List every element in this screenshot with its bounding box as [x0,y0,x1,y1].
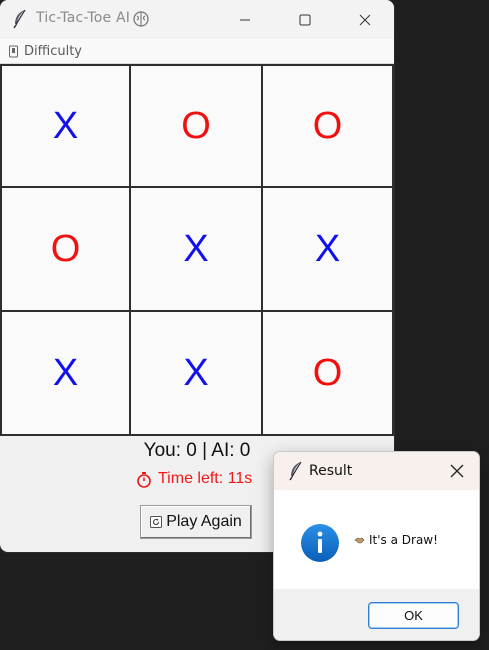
handshake-icon [354,537,365,543]
cell-mark: O [312,105,343,147]
feather-icon [289,461,302,481]
board-cell-6[interactable]: X [263,188,392,310]
board-cell-7[interactable]: X [2,312,129,434]
maximize-button[interactable] [276,0,334,39]
cell-mark: O [312,352,343,394]
cell-mark: X [52,105,79,147]
menu-difficulty[interactable]: Difficulty [8,42,86,60]
ok-button-label: OK [404,608,423,623]
maximize-icon [299,14,311,25]
timer-text: Time left: 11s [158,470,253,487]
pin-icon [9,45,18,57]
title-bar[interactable]: Tic-Tac-Toe AI [0,0,394,39]
info-icon [301,524,339,562]
timer: Time left: 11s [136,470,252,488]
board-cell-1[interactable]: X [2,66,129,186]
board-cell-2[interactable]: O [131,66,261,186]
dialog-message: It's a Draw! [354,533,438,547]
dialog-title: Result [309,463,353,479]
dialog-title-bar[interactable] [274,452,479,490]
cell-mark: X [183,228,209,270]
menu-difficulty-label: Difficulty [24,43,82,59]
menu-bar: Difficulty [0,39,394,64]
close-icon [359,14,371,25]
cell-mark: O [181,105,211,147]
cell-mark: X [52,352,79,394]
close-button[interactable] [336,0,394,39]
cell-mark: X [314,228,341,270]
cell-mark: O [50,228,81,270]
result-dialog: Result It's a Draw! OK [274,452,479,640]
dialog-message-text: It's a Draw! [369,533,438,547]
ok-button[interactable]: OK [368,602,459,629]
game-board: X O O O X X X X O [0,64,394,436]
minimize-button[interactable] [216,0,274,39]
cell-mark: X [183,352,209,394]
play-again-button[interactable]: Play Again [140,505,252,539]
board-cell-8[interactable]: X [131,312,261,434]
brain-icon [133,11,149,27]
board-cell-3[interactable]: O [263,66,392,186]
play-again-label: Play Again [166,513,242,530]
board-cell-5[interactable]: X [131,188,261,310]
board-cell-4[interactable]: O [2,188,129,310]
close-icon[interactable] [450,464,464,478]
board-cell-9[interactable]: O [263,312,392,434]
minimize-icon [240,19,250,20]
stopwatch-icon [137,471,151,488]
restart-icon [150,516,163,528]
window-title: Tic-Tac-Toe AI [36,10,131,26]
feather-icon [13,9,26,29]
